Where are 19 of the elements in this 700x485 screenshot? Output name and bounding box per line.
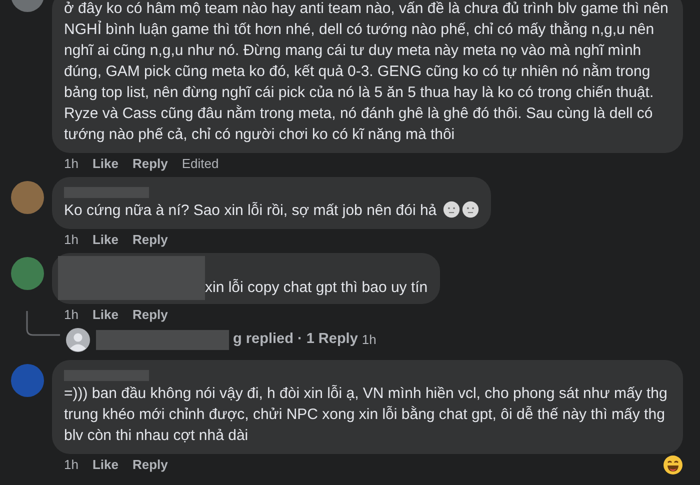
- comment-text: ở đây ko có hâm mộ team nào hay anti team nào, vấn đề là chưa đủ trình blv game thì nên NGHỈ bình luận game thì tốt hơn nhé, dell có tướng nào phế, chỉ có mấy thằng n,g,u nên nghĩ ai cũng n,g,u như nó. Đừng mang cái tư duy meta này meta nọ vào mà nghĩ mình đúng, GAM pick cũng meta ko đó, kết quả 0-3. GENG cũng ko có tự nhiên nó nằm trong bảng top list, nên đừng nghĩ cái pick của nó là 5 ăn 5 thua hay là ko có trong chiến thuật. Ryze và Cass cũng đâu nằm trong meta, nó đánh ghê là ghê đó thôi. Sau cùng là dell có tướng nào phế cả, chỉ có người chơi ko có kĩ năng mà thôi: [64, 0, 670, 145]
- comment-text: xin lỗi copy chat gpt thì bao uy tín: [205, 278, 428, 298]
- action-link[interactable]: Like: [92, 305, 118, 325]
- meta-text: 1h: [64, 306, 78, 324]
- action-link[interactable]: Reply: [132, 154, 168, 174]
- action-link[interactable]: Reply: [132, 455, 168, 475]
- meta-text: 1h: [64, 231, 78, 249]
- action-link[interactable]: Reply: [132, 305, 168, 325]
- action-link[interactable]: Like: [92, 154, 118, 174]
- action-link[interactable]: Like: [92, 455, 118, 475]
- meta-text: Edited: [182, 155, 219, 173]
- action-link[interactable]: Reply: [132, 230, 168, 250]
- meta-text: 1h: [64, 155, 78, 173]
- meta-text: 1h: [64, 456, 78, 474]
- replies-link[interactable]: g replied · 1 Reply: [233, 329, 358, 351]
- action-link[interactable]: Like: [92, 230, 118, 250]
- comment-text: =))) ban đầu không nói vậy đi, h đòi xin lỗi ạ, VN mình hiền vcl, cho phong sát như mấy thg trung khéo mới chỉnh được, chửi NPC xong xin lỗi bằng chat gpt, ôi dễ thế này thì mấy thg blv còn thi nhau cợt nhả dài: [64, 384, 668, 446]
- comment-text: Ko cứng nữa à ní? Sao xin lỗi rồi, sợ mất job nên đói hả: [64, 200, 479, 221]
- reply-time: 1h: [362, 331, 376, 350]
